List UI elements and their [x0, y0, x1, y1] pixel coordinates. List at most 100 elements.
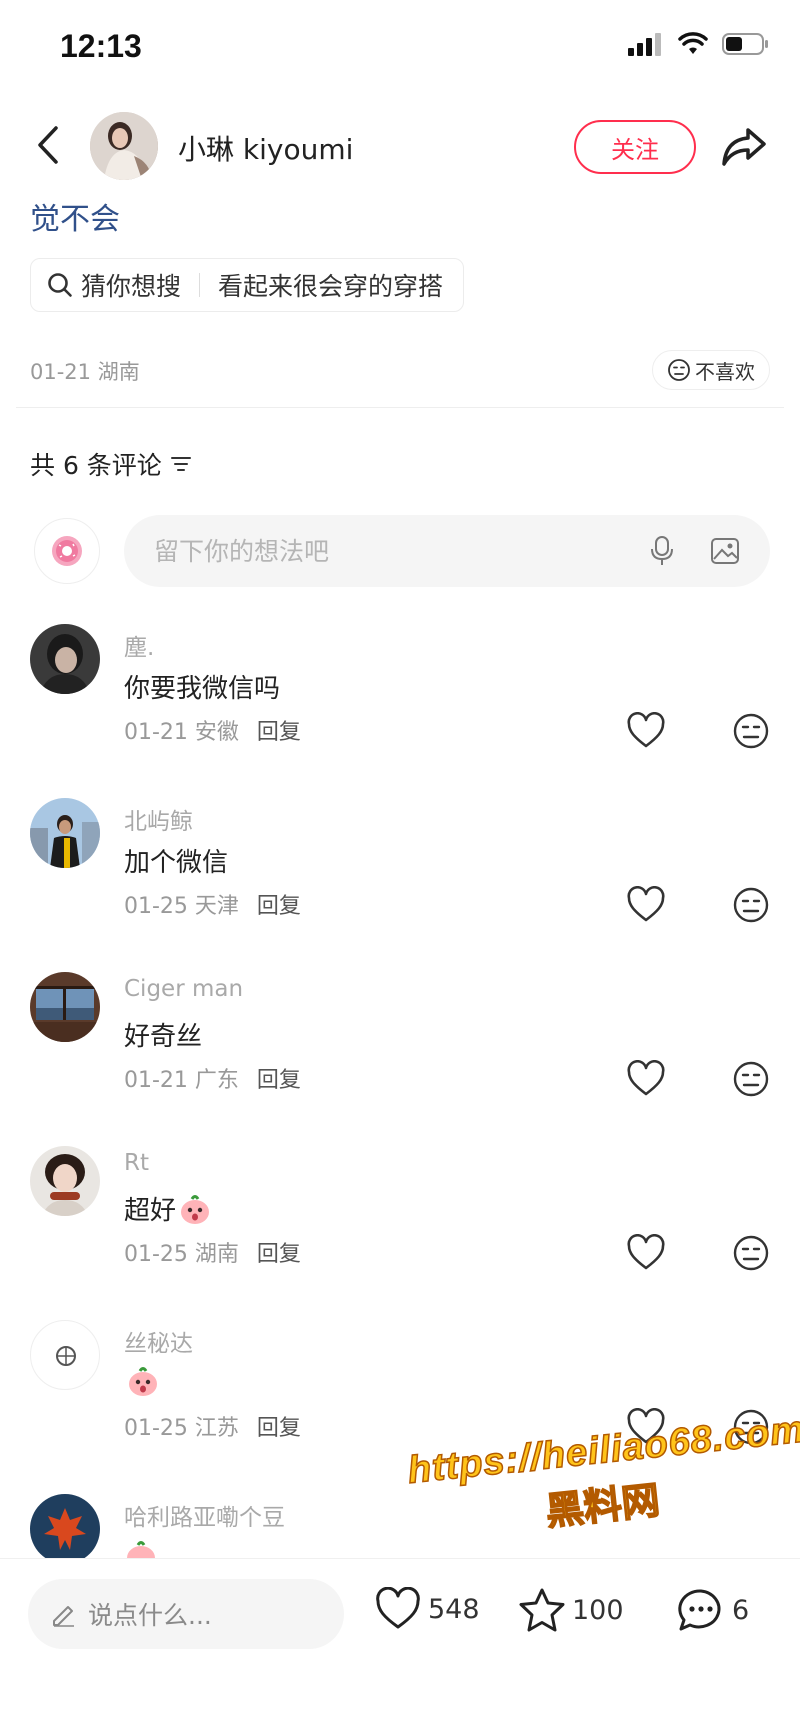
reply-button[interactable]: 回复 — [257, 714, 301, 746]
heart-icon[interactable] — [626, 1408, 666, 1446]
battery-icon — [722, 33, 768, 55]
follow-button[interactable]: 关注 — [574, 120, 696, 174]
comment-text: 你要我微信吗 — [124, 674, 281, 704]
comment-avatar[interactable] — [30, 1146, 100, 1216]
comment-text-row — [124, 1364, 160, 1398]
suggested-search[interactable]: 猜你想搜 看起来很会穿的穿搭 — [30, 258, 465, 312]
comment-text: 加个微信 — [124, 848, 229, 878]
back-icon — [38, 126, 58, 164]
peach-emoji-icon — [127, 1541, 155, 1558]
heart-icon[interactable] — [626, 886, 666, 924]
comment-meta: 01-25 天津 回复 — [124, 888, 301, 920]
dislike-button[interactable]: 不喜欢 — [652, 350, 770, 390]
comment-meta: 01-25 江苏 回复 — [124, 1410, 301, 1442]
comment-user[interactable]: 塵. — [124, 628, 154, 662]
comment-item: 丝秘达 01-25 江苏 回复 — [0, 1320, 800, 1490]
comment-item: 哈利路亚嘞个豆 — [0, 1494, 800, 1558]
heart-icon[interactable] — [626, 1234, 666, 1272]
comment-user[interactable]: 哈利路亚嘞个豆 — [124, 1498, 285, 1532]
comment-count-label: 共 6 条评论 — [30, 451, 162, 480]
author-header: 小琳 kiyoumi 关注 — [0, 100, 800, 190]
comment-user[interactable]: Ciger man — [124, 976, 243, 1002]
input-icons — [650, 535, 740, 567]
my-avatar — [34, 518, 100, 584]
suggest-prefix: 猜你想搜 — [81, 272, 182, 301]
comment-item: Rt 超好 01-25 湖南 回复 — [0, 1146, 800, 1316]
suggest-divider — [199, 273, 201, 297]
search-icon — [48, 273, 72, 297]
comment-date: 01-21 安徽 — [124, 720, 239, 745]
dislike-face-icon[interactable] — [732, 1234, 770, 1272]
comment-date: 01-25 天津 — [124, 894, 239, 919]
author-avatar[interactable] — [90, 112, 158, 180]
reply-button[interactable]: 回复 — [257, 1236, 301, 1268]
heart-icon[interactable] — [626, 1060, 666, 1098]
comment-total: 6 — [732, 1594, 750, 1626]
peach-emoji-icon — [181, 1194, 210, 1224]
comment-avatar[interactable] — [30, 798, 100, 868]
comment-item: Ciger man 好奇丝 01-21 广东 回复 — [0, 972, 800, 1142]
dislike-face-icon — [668, 359, 690, 381]
say-something-input[interactable]: 说点什么... — [28, 1579, 344, 1649]
bottom-action-bar: 说点什么... 548 100 6 — [0, 1558, 800, 1733]
heart-icon — [376, 1587, 420, 1629]
image-icon[interactable] — [710, 537, 740, 565]
dislike-label: 不喜欢 — [695, 359, 755, 384]
comment-meta: 01-25 湖南 回复 — [124, 1236, 301, 1268]
suggest-query: 看起来很会穿的穿搭 — [218, 272, 444, 301]
comment-date: 01-21 广东 — [124, 1068, 239, 1093]
reply-button[interactable]: 回复 — [257, 1062, 301, 1094]
status-time: 12:13 — [60, 28, 142, 64]
heart-icon[interactable] — [626, 712, 666, 750]
section-divider — [16, 407, 784, 408]
comment-user[interactable]: 北屿鲸 — [124, 802, 193, 836]
back-button[interactable] — [28, 122, 68, 168]
comment-meta: 01-21 广东 回复 — [124, 1062, 301, 1094]
comment-count[interactable]: 共 6 条评论 — [30, 446, 192, 482]
reply-button[interactable]: 回复 — [257, 888, 301, 920]
author-name[interactable]: 小琳 kiyoumi — [178, 128, 353, 168]
wifi-icon — [678, 32, 708, 54]
favorite-count: 100 — [572, 1594, 624, 1626]
status-bar: 12:13 — [0, 0, 800, 96]
comment-date: 01-25 江苏 — [124, 1416, 239, 1441]
dislike-face-icon[interactable] — [732, 1060, 770, 1098]
status-icons — [628, 32, 770, 56]
signal-icon — [628, 33, 661, 56]
pen-icon — [53, 1606, 74, 1627]
dislike-face-icon[interactable] — [732, 712, 770, 750]
comment-input-bar[interactable] — [124, 515, 770, 587]
comment-item: 北屿鲸 加个微信 01-25 天津 回复 — [0, 798, 800, 968]
dislike-face-icon[interactable] — [732, 886, 770, 924]
comment-avatar[interactable] — [30, 624, 100, 694]
post-date-location: 01-21 湖南 — [30, 360, 140, 384]
say-placeholder: 说点什么... — [88, 1601, 212, 1630]
comment-item: 塵. 你要我微信吗 01-21 安徽 回复 — [0, 624, 800, 794]
comment-meta: 01-21 安徽 回复 — [124, 714, 301, 746]
comment-avatar[interactable] — [30, 1320, 100, 1390]
comments-button[interactable]: 6 — [676, 1587, 749, 1633]
mic-icon[interactable] — [650, 535, 674, 567]
post-title[interactable]: 觉不会 — [30, 194, 120, 238]
comment-icon — [678, 1589, 721, 1631]
sort-icon — [170, 457, 191, 471]
comment-text: 超好 — [124, 1196, 177, 1226]
reply-button[interactable]: 回复 — [257, 1410, 301, 1442]
favorite-button[interactable]: 100 — [518, 1587, 624, 1633]
share-button[interactable] — [720, 124, 768, 170]
donut-avatar-icon — [52, 536, 82, 566]
like-button[interactable]: 548 — [374, 1587, 480, 1631]
comment-input[interactable] — [154, 536, 650, 566]
comment-avatar[interactable] — [30, 972, 100, 1042]
peach-emoji-icon — [129, 1367, 157, 1396]
comment-user[interactable]: 丝秘达 — [124, 1324, 193, 1358]
like-count: 548 — [428, 1593, 480, 1625]
comment-text: 好奇丝 — [124, 1022, 203, 1052]
comment-avatar[interactable] — [30, 1494, 100, 1558]
comment-date: 01-25 湖南 — [124, 1242, 239, 1267]
dislike-face-icon[interactable] — [732, 1408, 770, 1446]
comment-text-row: 超好 — [124, 1190, 212, 1227]
comment-user[interactable]: Rt — [124, 1150, 149, 1176]
share-icon — [722, 128, 766, 166]
post-meta: 01-21 湖南 不喜欢 — [30, 350, 770, 390]
